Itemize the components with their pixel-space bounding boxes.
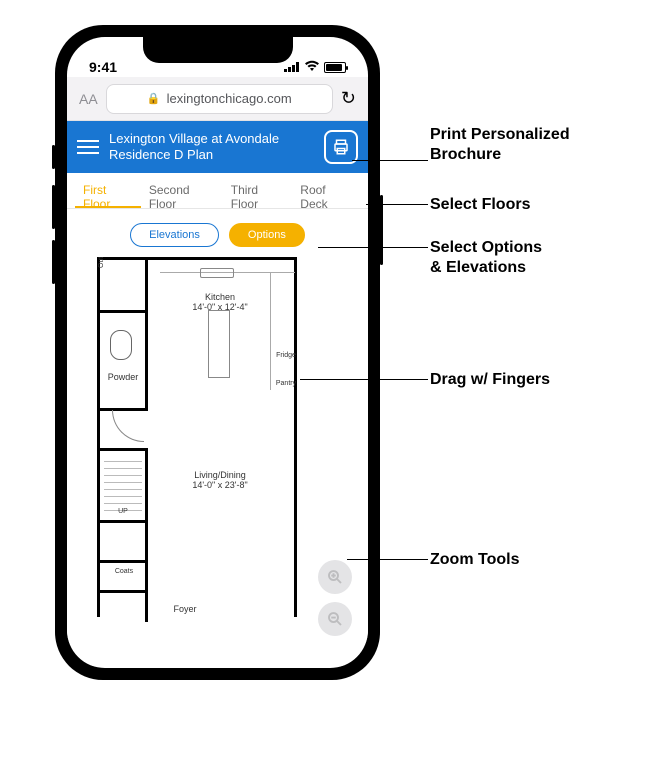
lead-options xyxy=(318,247,428,248)
foyer-label: Foyer xyxy=(160,604,210,614)
living-label: Living/Dining xyxy=(170,470,270,480)
floorplan-drawing: Kitchen 14'-0" x 12'-4" Powder Fridge Pa… xyxy=(97,257,297,617)
kitchen-dim: 14'-0" x 12'-4" xyxy=(180,302,260,312)
living-dim: 14'-0" x 23'-8" xyxy=(170,480,270,490)
tab-third-floor[interactable]: Third Floor xyxy=(223,173,293,208)
tab-roof-deck[interactable]: Roof Deck xyxy=(292,173,360,208)
callout-drag: Drag w/ Fingers xyxy=(430,370,550,390)
page-title: Lexington Village at Avondale xyxy=(109,131,314,147)
signal-icon xyxy=(284,62,300,72)
callout-floors: Select Floors xyxy=(430,195,530,215)
callout-options: Select Options & Elevations xyxy=(430,238,542,278)
battery-icon xyxy=(324,62,346,73)
print-button[interactable] xyxy=(324,130,358,164)
tab-first-floor[interactable]: First Floor xyxy=(75,173,141,208)
reload-icon[interactable]: ↻ xyxy=(341,88,356,109)
lock-icon: 🔒 xyxy=(147,92,161,105)
url-text: lexingtonchicago.com xyxy=(167,91,292,106)
callout-zoom: Zoom Tools xyxy=(430,550,519,570)
lead-print xyxy=(352,160,428,161)
status-time: 9:41 xyxy=(89,59,117,75)
floor-tabs: First Floor Second Floor Third Floor Roo… xyxy=(67,173,368,209)
fridge-label: Fridge xyxy=(274,352,298,359)
pantry-label: Pantry xyxy=(274,380,298,387)
options-elevations: Elevations Options xyxy=(67,209,368,257)
app-header: Lexington Village at Avondale Residence … xyxy=(67,121,368,173)
zoom-in-button[interactable] xyxy=(318,560,352,594)
browser-bar: AA 🔒 lexingtonchicago.com ↻ xyxy=(67,77,368,121)
coats-label: Coats xyxy=(106,568,142,575)
lead-zoom xyxy=(347,559,428,560)
zoom-tools xyxy=(318,560,352,636)
up-label: UP xyxy=(108,508,138,515)
phone-notch xyxy=(143,37,293,63)
powder-label: Powder xyxy=(103,372,143,382)
zoom-out-button[interactable] xyxy=(318,602,352,636)
elevations-button[interactable]: Elevations xyxy=(130,223,219,247)
url-field[interactable]: 🔒 lexingtonchicago.com xyxy=(106,84,333,114)
wifi-icon xyxy=(304,59,320,75)
menu-icon[interactable] xyxy=(77,140,99,154)
text-size-icon[interactable]: AA xyxy=(79,91,98,107)
phone-frame: 9:41 AA 🔒 lexingtonchicago.com ↻ Lexingt… xyxy=(55,25,380,680)
lead-floors xyxy=(366,204,428,205)
kitchen-label: Kitchen xyxy=(180,292,260,302)
lead-drag xyxy=(300,379,428,380)
outdoors-label: Outdoors xyxy=(98,258,105,268)
floorplan-canvas[interactable]: Kitchen 14'-0" x 12'-4" Powder Fridge Pa… xyxy=(67,257,368,666)
options-button[interactable]: Options xyxy=(229,223,305,247)
page-subtitle: Residence D Plan xyxy=(109,147,314,163)
tab-second-floor[interactable]: Second Floor xyxy=(141,173,223,208)
callout-print: Print Personalized Brochure xyxy=(430,125,570,165)
